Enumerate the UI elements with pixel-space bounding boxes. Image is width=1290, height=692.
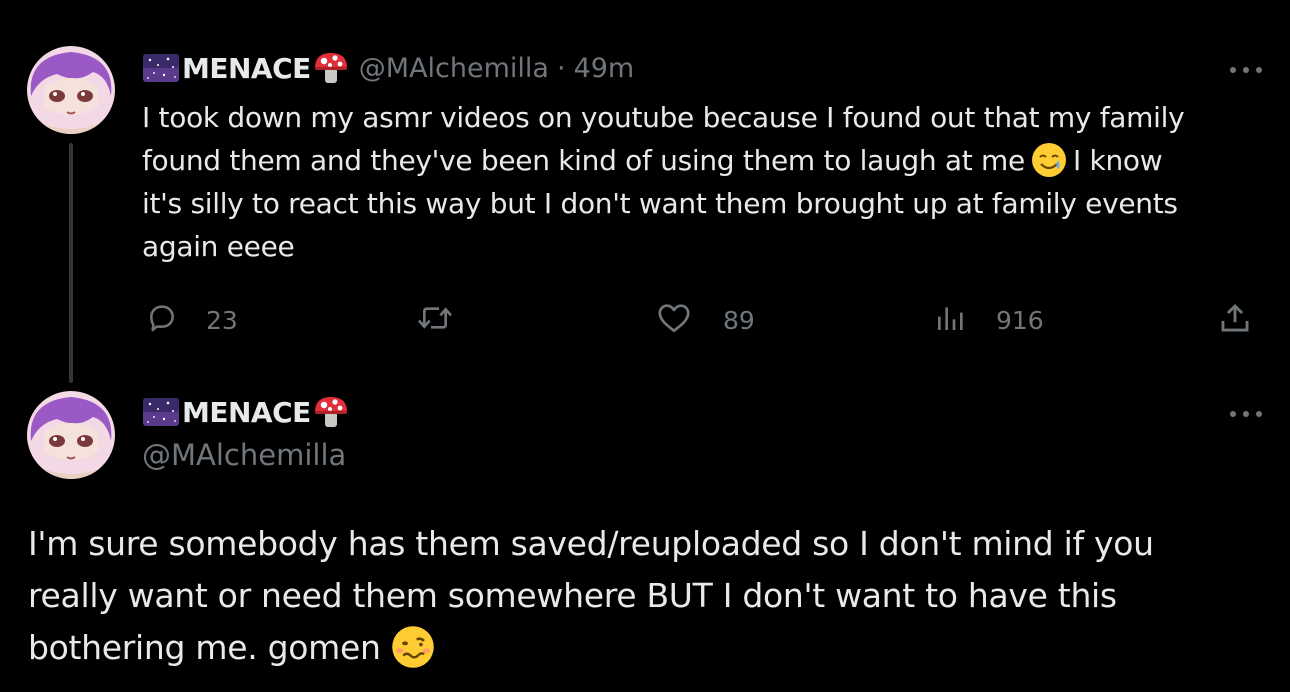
retweet-button[interactable] — [416, 300, 480, 340]
tweet-text-line: I took down my asmr videos on youtube be… — [142, 101, 1185, 134]
night-with-stars-icon — [142, 53, 180, 83]
tweet-text-line: I'm sure somebody has them saved/reuploa… — [28, 524, 1154, 563]
woozy-face-icon — [391, 625, 435, 669]
views-button[interactable]: 916 — [934, 300, 1044, 340]
author-handle[interactable]: @MAlchemilla — [359, 53, 549, 84]
author-avatar[interactable] — [27, 46, 115, 134]
like-count: 89 — [723, 305, 755, 335]
share-upload-icon — [1218, 301, 1252, 339]
tweet-text-line: bothering me. gomen — [28, 622, 1268, 674]
thread-connector-line — [69, 143, 73, 383]
views-bar-chart-icon — [934, 302, 966, 338]
retweet-icon — [416, 302, 454, 338]
tweet1-author-row: MENACE @MAlchemilla · 49m — [142, 50, 634, 86]
tweet2-body: I'm sure somebody has them saved/reuploa… — [28, 518, 1268, 674]
views-count: 916 — [996, 305, 1044, 335]
mushroom-icon — [313, 394, 349, 430]
author-handle[interactable]: @MAlchemilla — [142, 438, 346, 472]
tweet-text-line: again eeee — [142, 230, 295, 263]
tweet-text-line: it's silly to react this way but I don't… — [142, 187, 1178, 220]
more-options-button[interactable] — [1226, 56, 1266, 80]
smiling-face-with-tear-icon — [1031, 142, 1067, 178]
like-button[interactable]: 89 — [657, 300, 755, 340]
tweet-text-line: found them and they've been kind of usin… — [142, 142, 1163, 178]
author-display-name[interactable]: MENACE — [182, 52, 311, 85]
heart-icon — [657, 302, 691, 338]
tweet-timestamp[interactable]: 49m — [574, 53, 635, 84]
tweet1-body: I took down my asmr videos on youtube be… — [142, 96, 1272, 268]
tweet2-author-row: MENACE — [142, 394, 349, 430]
more-dots-icon — [1229, 59, 1263, 78]
reply-button[interactable]: 23 — [146, 300, 238, 340]
reply-author-avatar[interactable] — [27, 391, 115, 479]
night-with-stars-icon — [142, 397, 180, 427]
reply-count: 23 — [206, 305, 238, 335]
separator-dot: · — [556, 52, 566, 84]
mushroom-icon — [313, 50, 349, 86]
more-options-button[interactable] — [1226, 400, 1266, 424]
author-display-name[interactable]: MENACE — [182, 396, 311, 429]
more-dots-icon — [1229, 403, 1263, 422]
share-button[interactable] — [1218, 300, 1252, 340]
reply-icon — [146, 302, 178, 338]
tweet-text-line: really want or need them somewhere BUT I… — [28, 576, 1117, 615]
